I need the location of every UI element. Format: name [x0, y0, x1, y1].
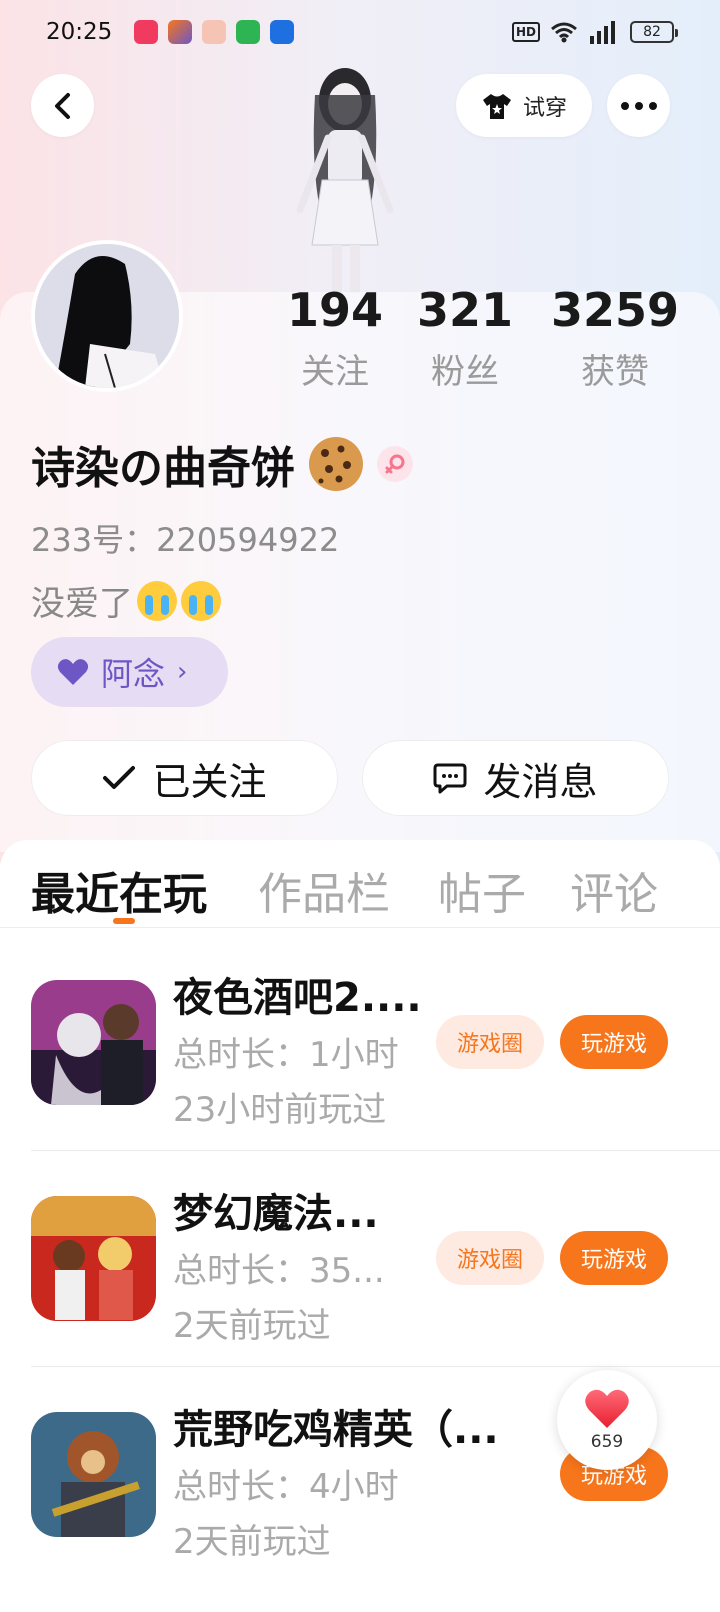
bio-text: 没爱了	[31, 584, 133, 624]
followers-count: 321	[416, 283, 514, 337]
game-name: 荒野吃鸡精英（...	[173, 1407, 499, 1453]
signal-icon	[590, 21, 615, 44]
message-app-icon	[236, 20, 261, 44]
notification-icons	[134, 20, 295, 44]
companion-tag-label: 阿念	[101, 655, 166, 693]
game-list-item[interactable]: 夜色酒吧2.... 总时长：1小时 23小时前玩过 游戏圈 玩游戏	[0, 935, 720, 1150]
video-app-icon	[134, 20, 159, 44]
bio: 没爱了	[31, 576, 221, 625]
game-circle-button[interactable]: 游戏圈	[436, 1015, 544, 1069]
avatar[interactable]	[31, 240, 183, 392]
character-avatar-figure	[296, 68, 394, 293]
tab-recently-played[interactable]: 最近在玩	[31, 858, 207, 922]
try-on-label: 试穿	[522, 95, 567, 121]
game-list-item[interactable]: 梦幻魔法... 总时长：35... 2天前玩过 游戏圈 玩游戏	[0, 1151, 720, 1366]
user-id: 233号：220594922	[31, 521, 340, 559]
nickname: 诗染の曲奇饼	[31, 443, 295, 494]
companion-tag-chip[interactable]: 阿念 ›	[31, 637, 228, 707]
send-message-label: 发消息	[483, 759, 598, 804]
battery-icon: 82	[630, 21, 678, 43]
like-count: 659	[590, 1432, 624, 1452]
back-arrow-icon	[54, 92, 70, 119]
following-count: 194	[286, 283, 384, 337]
following-button[interactable]: 已关注	[31, 740, 338, 816]
heart-icon	[585, 1389, 629, 1428]
crying-emoji-icon	[137, 580, 177, 621]
crying-emoji-icon	[181, 580, 221, 621]
game-last-played: 2天前玩过	[173, 1522, 331, 1562]
female-gender-icon	[377, 446, 413, 482]
tab-posts[interactable]: 帖子	[438, 858, 526, 922]
try-on-button[interactable]: 试穿	[456, 74, 592, 137]
checkmark-icon	[103, 766, 136, 789]
game-circle-button[interactable]: 游戏圈	[436, 1231, 544, 1285]
active-tab-indicator	[113, 918, 135, 924]
more-options-button[interactable]	[607, 74, 670, 137]
shortcut-app-icon	[168, 20, 193, 44]
likes-label: 获赞	[581, 352, 649, 392]
game-name: 夜色酒吧2....	[173, 975, 422, 1021]
avatar-image	[35, 244, 179, 388]
back-button[interactable]	[31, 74, 94, 137]
heart-icon	[57, 659, 89, 685]
game-last-played: 23小时前玩过	[173, 1090, 387, 1130]
game-icon	[31, 1412, 156, 1537]
more-dots-icon	[620, 101, 657, 110]
cookie-emoji-icon	[309, 437, 363, 491]
likes-count: 3259	[550, 283, 680, 337]
game-duration: 总时长：4小时	[173, 1467, 399, 1507]
following-button-label: 已关注	[152, 759, 267, 804]
shirt-icon	[482, 93, 511, 119]
chevron-right-icon: ›	[177, 657, 188, 687]
game-last-played: 2天前玩过	[173, 1306, 331, 1346]
like-float-button[interactable]: 659	[557, 1370, 657, 1470]
status-bar: 20:25 HD 82	[0, 0, 720, 64]
chat-bubble-icon	[433, 763, 467, 794]
hd-icon: HD	[511, 22, 540, 42]
play-game-button[interactable]: 玩游戏	[560, 1015, 668, 1069]
send-message-button[interactable]: 发消息	[362, 740, 669, 816]
security-app-icon	[270, 20, 295, 44]
game-name: 梦幻魔法...	[173, 1191, 379, 1237]
status-time: 20:25	[46, 19, 113, 45]
tab-works[interactable]: 作品栏	[258, 858, 390, 922]
news-app-icon	[202, 20, 227, 44]
tab-comments[interactable]: 评论	[570, 858, 658, 922]
following-label: 关注	[301, 352, 369, 392]
game-icon	[31, 1196, 156, 1321]
stat-likes[interactable]: 3259 获赞	[550, 282, 680, 393]
wifi-icon	[551, 22, 577, 43]
stat-followers[interactable]: 321 粉丝	[410, 282, 520, 393]
game-icon	[31, 980, 156, 1105]
play-game-button[interactable]: 玩游戏	[560, 1231, 668, 1285]
game-duration: 总时长：1小时	[173, 1035, 399, 1075]
stat-following[interactable]: 194 关注	[280, 282, 390, 393]
game-duration: 总时长：35...	[173, 1251, 385, 1291]
nickname-row: 诗染の曲奇饼	[31, 432, 413, 496]
followers-label: 粉丝	[431, 352, 499, 392]
